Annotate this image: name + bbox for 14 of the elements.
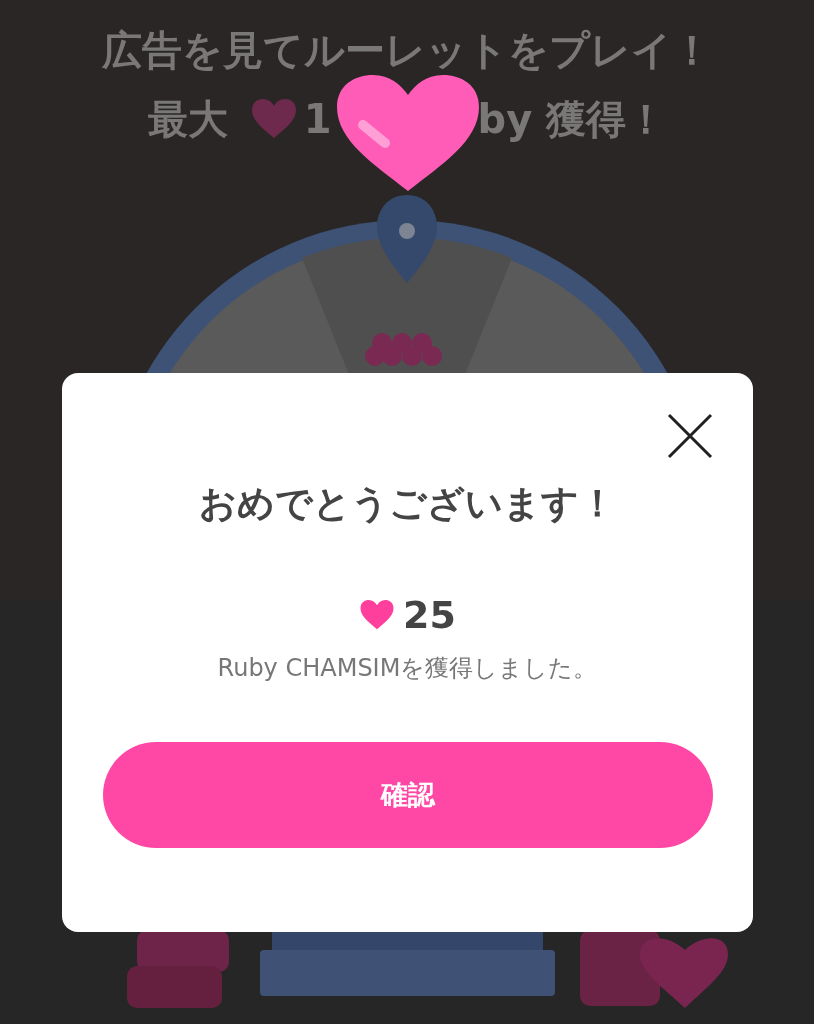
gift-box-icon [127,930,232,1010]
max-digit: 1 [303,99,332,139]
headline: 広告を見てルーレットをプレイ！ [102,30,712,70]
heart-icon [335,73,481,193]
heart-icon [249,98,298,140]
pointer-icon [375,193,439,285]
confirm-button[interactable]: 確認 [102,742,713,848]
heart-box-icon [580,930,730,1010]
heart-icon [359,599,396,631]
dialog-title: おめでとうございます！ [199,485,616,522]
reward-message: Ruby CHAMSIMを獲得しました。 [217,656,598,680]
close-button[interactable] [667,413,713,459]
max-label: 最大 [147,99,228,139]
reward-amount: 25 [403,596,456,634]
